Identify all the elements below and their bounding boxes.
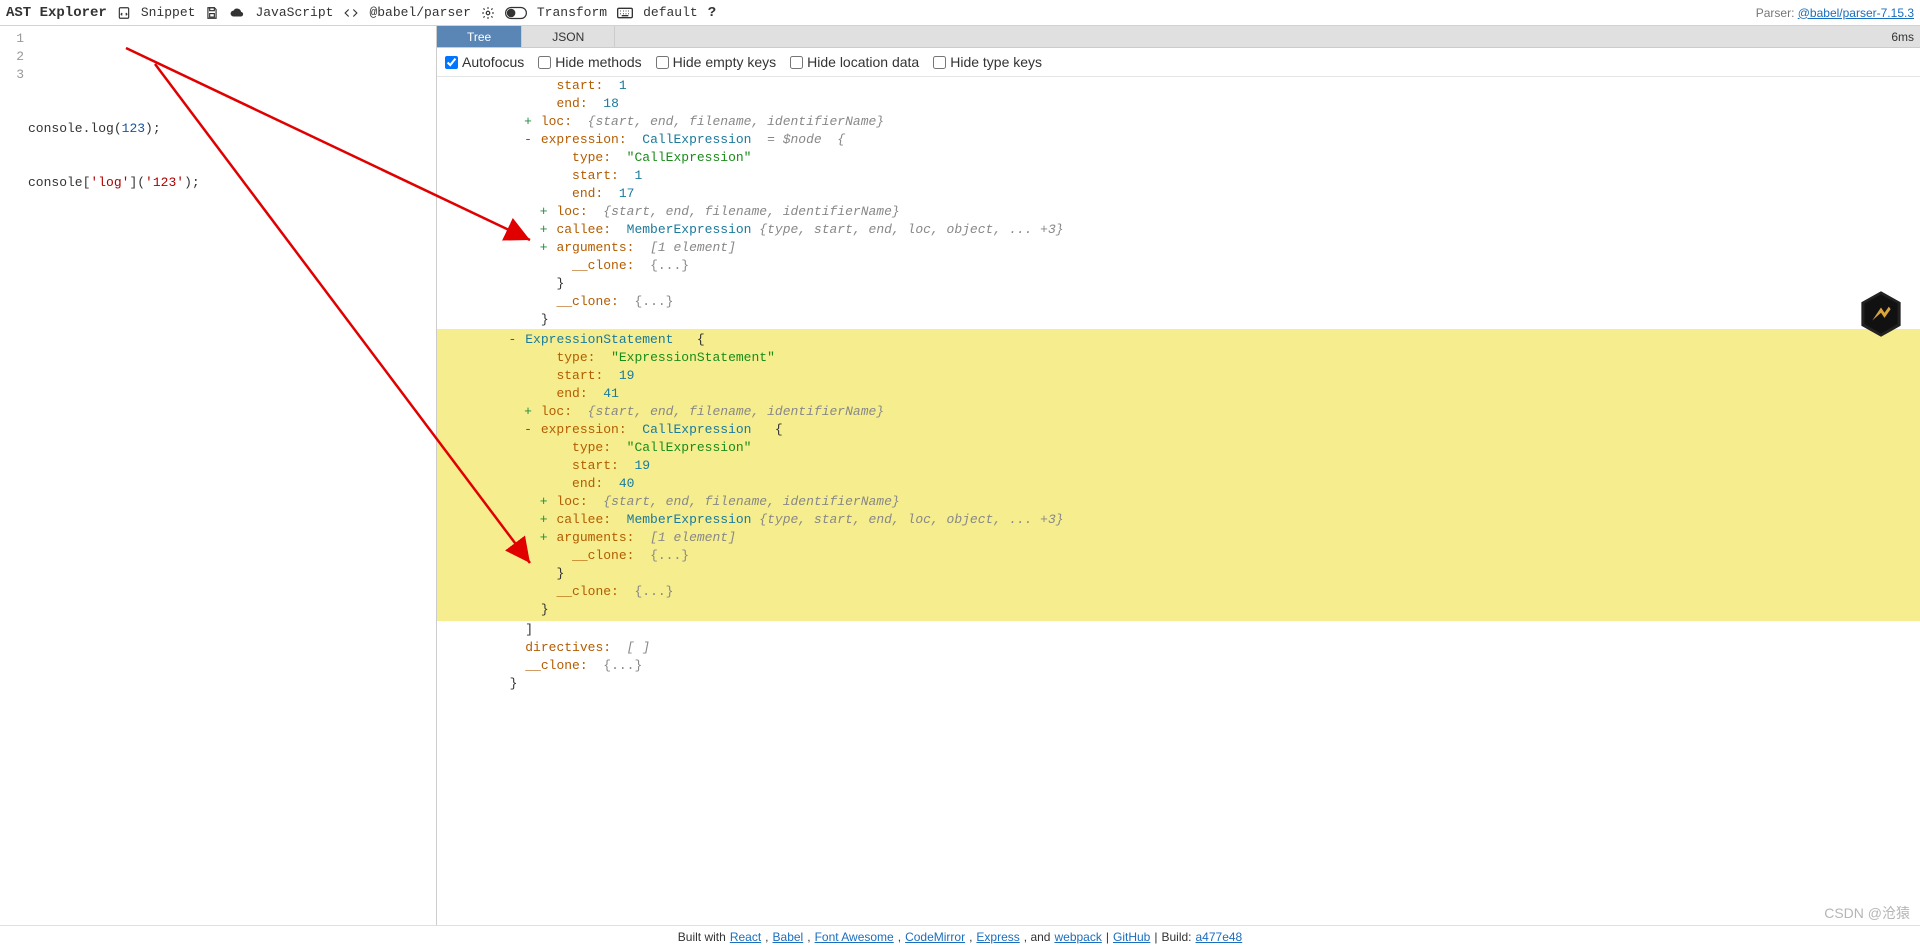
footer: Built with React, Babel, Font Awesome, C… — [0, 925, 1920, 947]
editor-pane[interactable]: 1 2 3 console.log(123); console['log']('… — [0, 26, 437, 925]
toggle-icon[interactable] — [505, 6, 527, 20]
paste-code-icon[interactable] — [117, 6, 131, 20]
expand-icon[interactable]: + — [539, 203, 549, 221]
link-codemirror[interactable]: CodeMirror — [905, 930, 965, 944]
keyboard-icon[interactable] — [617, 7, 633, 19]
checkbox-hide-loc[interactable] — [790, 56, 803, 69]
output-pane: Tree JSON 6ms Autofocus Hide methods Hid… — [437, 26, 1920, 925]
tab-tree[interactable]: Tree — [437, 26, 522, 47]
tab-json[interactable]: JSON — [522, 26, 615, 47]
checkbox-hide-empty[interactable] — [656, 56, 669, 69]
expand-icon[interactable]: + — [523, 113, 533, 131]
link-fontawesome[interactable]: Font Awesome — [815, 930, 894, 944]
toolbar: AST Explorer Snippet JavaScript @babel/p… — [0, 0, 1920, 26]
collapse-icon[interactable]: - — [523, 131, 533, 149]
expand-icon[interactable]: + — [539, 221, 549, 239]
link-github[interactable]: GitHub — [1113, 930, 1150, 944]
parser-version-link[interactable]: @babel/parser-7.15.3 — [1798, 6, 1914, 20]
highlighted-node[interactable]: - ExpressionStatement { type: "Expressio… — [437, 329, 1920, 621]
expand-icon[interactable]: + — [523, 403, 533, 421]
parser-info: Parser: @babel/parser-7.15.3 — [1756, 6, 1914, 20]
checkbox-autofocus[interactable] — [445, 56, 458, 69]
ast-tree[interactable]: start: 1 end: 18 + loc: {start, end, fil… — [437, 77, 1920, 925]
parse-time: 6ms — [1891, 26, 1914, 48]
save-icon[interactable] — [205, 6, 219, 20]
code-icon[interactable] — [343, 6, 359, 20]
opt-hide-methods[interactable]: Hide methods — [538, 54, 641, 70]
options-bar: Autofocus Hide methods Hide empty keys H… — [437, 48, 1920, 77]
collapse-icon[interactable]: - — [507, 331, 517, 349]
line-gutter: 1 2 3 — [0, 26, 28, 925]
parser-menu[interactable]: @babel/parser — [369, 5, 470, 20]
default-menu[interactable]: default — [643, 5, 698, 20]
help-icon[interactable]: ? — [708, 5, 716, 21]
opt-hide-loc[interactable]: Hide location data — [790, 54, 919, 70]
link-babel[interactable]: Babel — [773, 930, 804, 944]
opt-hide-type[interactable]: Hide type keys — [933, 54, 1042, 70]
link-express[interactable]: Express — [976, 930, 1019, 944]
opt-hide-empty[interactable]: Hide empty keys — [656, 54, 776, 70]
language-menu[interactable]: JavaScript — [255, 5, 333, 20]
brand: AST Explorer — [6, 5, 107, 21]
opt-autofocus[interactable]: Autofocus — [445, 54, 524, 70]
link-react[interactable]: React — [730, 930, 761, 944]
link-build[interactable]: a477e48 — [1196, 930, 1243, 944]
snippet-menu[interactable]: Snippet — [141, 5, 196, 20]
code-area[interactable]: console.log(123); console['log']('123'); — [28, 26, 200, 925]
cloud-icon[interactable] — [229, 6, 245, 20]
checkbox-hide-methods[interactable] — [538, 56, 551, 69]
gear-icon[interactable] — [481, 6, 495, 20]
tabs-bar: Tree JSON 6ms — [437, 26, 1920, 48]
main-split: 1 2 3 console.log(123); console['log']('… — [0, 26, 1920, 925]
checkbox-hide-type[interactable] — [933, 56, 946, 69]
link-webpack[interactable]: webpack — [1054, 930, 1101, 944]
expand-icon[interactable]: + — [539, 529, 549, 547]
expand-icon[interactable]: + — [539, 493, 549, 511]
expand-icon[interactable]: + — [539, 511, 549, 529]
transform-menu[interactable]: Transform — [537, 5, 607, 20]
expand-icon[interactable]: + — [539, 239, 549, 257]
collapse-icon[interactable]: - — [523, 421, 533, 439]
